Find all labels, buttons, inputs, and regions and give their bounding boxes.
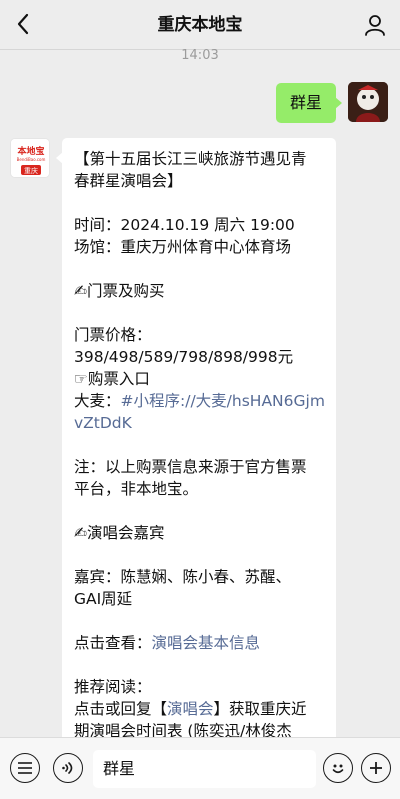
recommend-line-1: 点击或回复【演唱会】获取重庆近 [74, 698, 326, 720]
official-account-avatar[interactable]: 本地宝 BendiBao.com 重庆 [10, 138, 50, 178]
my-avatar[interactable] [348, 82, 388, 122]
top-bar: 重庆本地宝 [0, 0, 400, 50]
guests-line-2: GAI周延 [74, 590, 133, 608]
view-info-line: 点击查看：演唱会基本信息 [74, 632, 326, 654]
sent-message-bubble[interactable]: 群星 [275, 83, 343, 123]
back-button[interactable] [8, 9, 38, 39]
price-values: 398/498/589/798/898/998元 [74, 348, 294, 366]
message-timestamp: 14:03 [181, 48, 219, 63]
source-note-line-1: 注：以上购票信息来源于官方售票 [74, 458, 307, 476]
purchase-entry: ☞购票入口 [74, 370, 150, 388]
guests-line-1: 嘉宾：陈慧娴、陈小春、苏醒、 [74, 568, 292, 586]
reply-message-bubble: 【第十五届长江三峡旅游节遇见青 春群星演唱会】 时间：2024.10.19 周六… [56, 138, 336, 776]
price-label: 门票价格： [74, 326, 152, 344]
recommend-prefix: 点击或回复【 [74, 700, 168, 718]
svg-text:BendiBao.com: BendiBao.com [17, 157, 46, 162]
recommend-label: 推荐阅读： [74, 678, 152, 696]
message-input[interactable]: 群星 [93, 750, 316, 788]
chat-title: 重庆本地宝 [157, 15, 243, 35]
emoji-icon [332, 764, 344, 774]
plus-icon [370, 762, 382, 774]
reply-heading-line-1: 【第十五届长江三峡旅游节遇见青 [74, 150, 307, 168]
more-button[interactable] [361, 753, 391, 783]
bendibao-logo: 本地宝 BendiBao.com 重庆 [11, 139, 49, 177]
tickets-section-heading: ✍门票及购买 [74, 282, 165, 300]
source-note-line-2: 平台，非本地宝。 [74, 480, 199, 498]
reply-heading-line-2: 春群星演唱会】 [74, 172, 183, 190]
menu-button[interactable] [10, 753, 40, 783]
emoji-button[interactable] [323, 753, 353, 783]
avatar-image [348, 82, 388, 122]
damai-mini-program-link[interactable]: #小程序://大麦/hsHAN6Gjm [121, 392, 325, 410]
damai-mini-program-link-cont[interactable]: vZtDdK [74, 412, 326, 434]
profile-button[interactable] [360, 10, 390, 40]
recommend-suffix: 】获取重庆近 [213, 700, 307, 718]
input-bar: 群星 [0, 737, 400, 799]
svg-text:重庆: 重庆 [24, 166, 38, 175]
concert-info-link[interactable]: 演唱会基本信息 [152, 634, 261, 652]
svg-text:本地宝: 本地宝 [17, 145, 44, 157]
voice-button[interactable] [53, 753, 83, 783]
damai-line: 大麦：#小程序://大麦/hsHAN6Gjm [74, 390, 326, 412]
menu-list-icon [18, 762, 32, 774]
concert-time: 时间：2024.10.19 周六 19:00 [74, 216, 295, 234]
chevron-left-icon [17, 13, 29, 35]
person-icon [365, 15, 385, 36]
voice-icon [62, 762, 73, 774]
view-prefix: 点击查看： [74, 634, 152, 652]
guests-section-heading: ✍演唱会嘉宾 [74, 524, 165, 542]
concert-keyword-link[interactable]: 演唱会 [167, 700, 214, 718]
concert-venue: 场馆：重庆万州体育中心体育场 [74, 238, 292, 256]
damai-prefix: 大麦： [74, 392, 121, 410]
